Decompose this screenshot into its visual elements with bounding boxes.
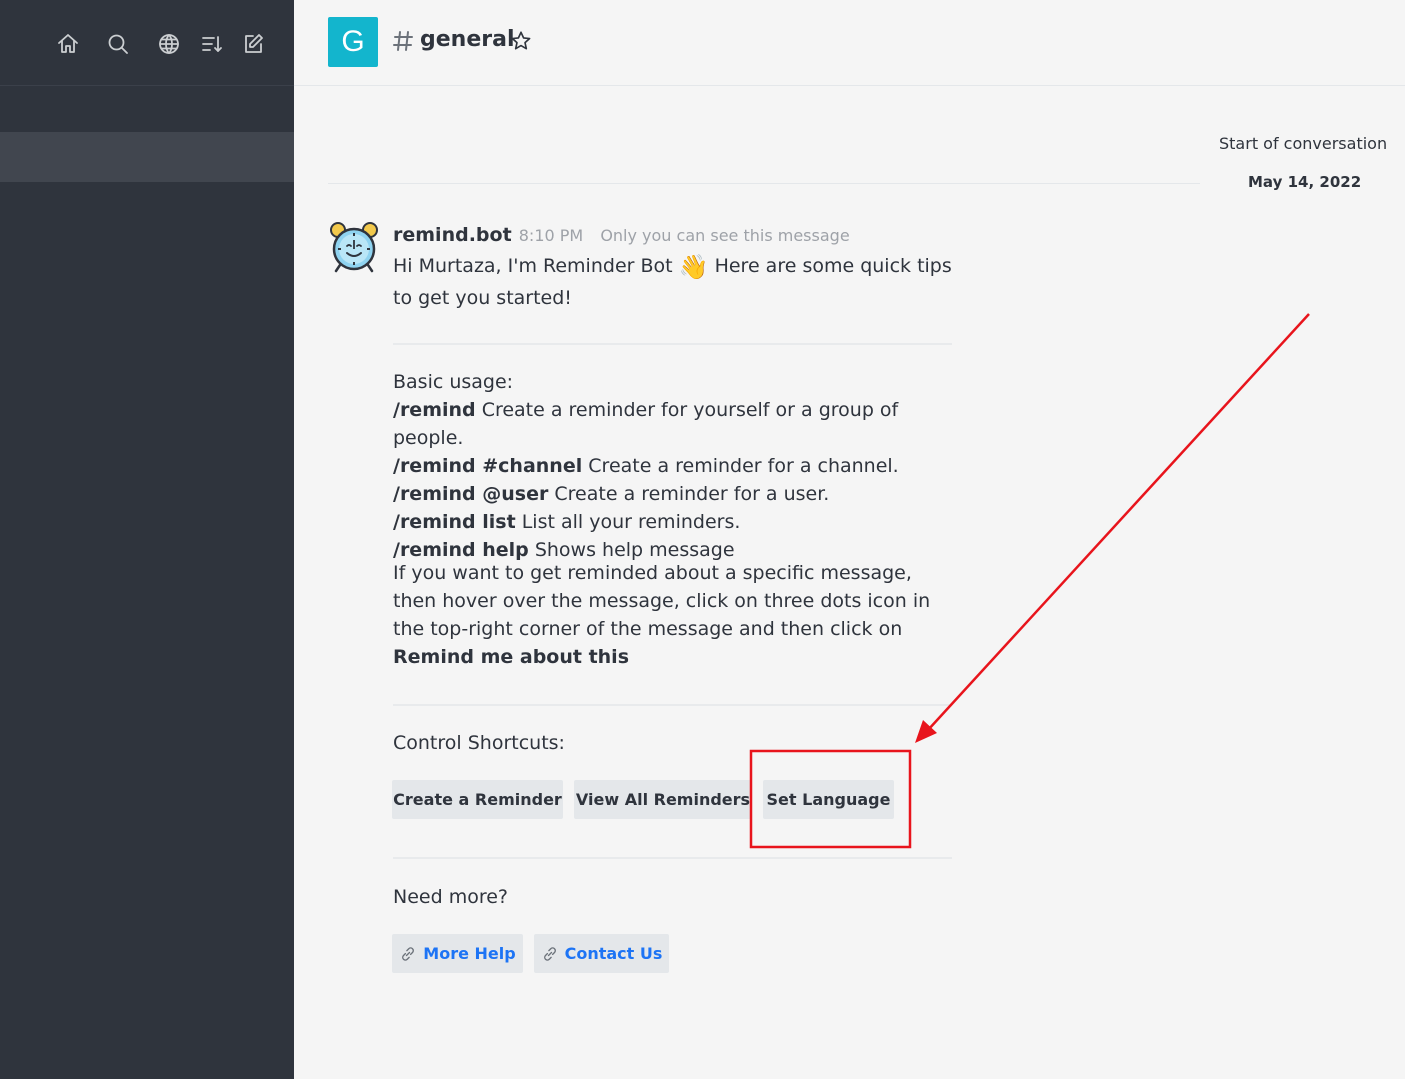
usage-line: /remind @user Create a reminder for a us… — [393, 480, 963, 508]
command-name: /remind — [393, 399, 476, 421]
block-divider — [393, 857, 952, 859]
bot-avatar[interactable] — [328, 221, 380, 273]
sort-icon[interactable] — [199, 31, 225, 57]
help-paragraph: If you want to get reminded about a spec… — [393, 559, 933, 671]
more-help-label: More Help — [423, 944, 516, 963]
block-divider — [393, 343, 952, 345]
link-icon — [543, 946, 556, 961]
annotation-arrow-head — [915, 720, 937, 743]
usage-line: /remind #channel Create a reminder for a… — [393, 452, 963, 480]
help-bold-text: Remind me about this — [393, 646, 629, 668]
create-new-icon[interactable] — [240, 31, 266, 57]
contact-us-label: Contact Us — [564, 944, 663, 963]
room-avatar[interactable]: G — [328, 17, 378, 67]
room-name[interactable]: general — [420, 27, 515, 52]
command-description: Shows help message — [534, 539, 735, 561]
message-greeting: Hi Murtaza, I'm Reminder Bot 👋 Here are … — [393, 250, 953, 314]
block-divider — [393, 704, 952, 706]
search-icon[interactable] — [105, 31, 131, 57]
star-icon[interactable] — [510, 30, 532, 52]
greeting-text: Hi Murtaza, I'm Reminder Bot — [393, 255, 673, 277]
private-message-note: Only you can see this message — [600, 226, 850, 245]
room-header: G general — [294, 0, 1405, 86]
sidebar-item-selected[interactable] — [0, 132, 294, 182]
command-name: /remind list — [393, 511, 516, 533]
sidebar — [0, 0, 294, 1079]
control-shortcuts-label: Control Shortcuts: — [393, 732, 565, 754]
command-name: /remind help — [393, 539, 529, 561]
date-divider — [328, 183, 1200, 184]
sidebar-topbar — [0, 0, 294, 86]
directory-icon[interactable] — [156, 31, 182, 57]
home-icon[interactable] — [55, 31, 81, 57]
usage-line: /remind Create a reminder for yourself o… — [393, 396, 963, 452]
need-more-label: Need more? — [393, 886, 508, 908]
hash-icon — [392, 29, 414, 53]
command-description: List all your reminders. — [521, 511, 741, 533]
message-header: remind.bot 8:10 PM Only you can see this… — [393, 224, 850, 246]
more-help-link[interactable]: More Help — [392, 934, 523, 973]
wave-emoji-icon: 👋 — [678, 252, 709, 281]
usage-title: Basic usage: — [393, 371, 514, 393]
view-all-reminders-button[interactable]: View All Reminders — [574, 780, 752, 819]
create-reminder-button[interactable]: Create a Reminder — [392, 780, 563, 819]
link-icon — [402, 946, 415, 961]
help-text: If you want to get reminded about a spec… — [393, 562, 931, 640]
basic-usage-section: Basic usage: /remind Create a reminder f… — [393, 368, 963, 564]
message-timestamp[interactable]: 8:10 PM — [519, 226, 583, 245]
contact-us-link[interactable]: Contact Us — [534, 934, 669, 973]
set-language-button[interactable]: Set Language — [763, 780, 894, 819]
command-description: Create a reminder for a user. — [554, 483, 830, 505]
command-name: /remind @user — [393, 483, 549, 505]
message-username[interactable]: remind.bot — [393, 224, 512, 246]
date-label: May 14, 2022 — [1248, 173, 1362, 191]
conversation-start-label: Start of conversation — [1219, 134, 1388, 153]
command-name: /remind #channel — [393, 455, 583, 477]
command-description: Create a reminder for a channel. — [588, 455, 899, 477]
annotation-arrow-line — [927, 313, 1310, 731]
usage-line: /remind list List all your reminders. — [393, 508, 963, 536]
